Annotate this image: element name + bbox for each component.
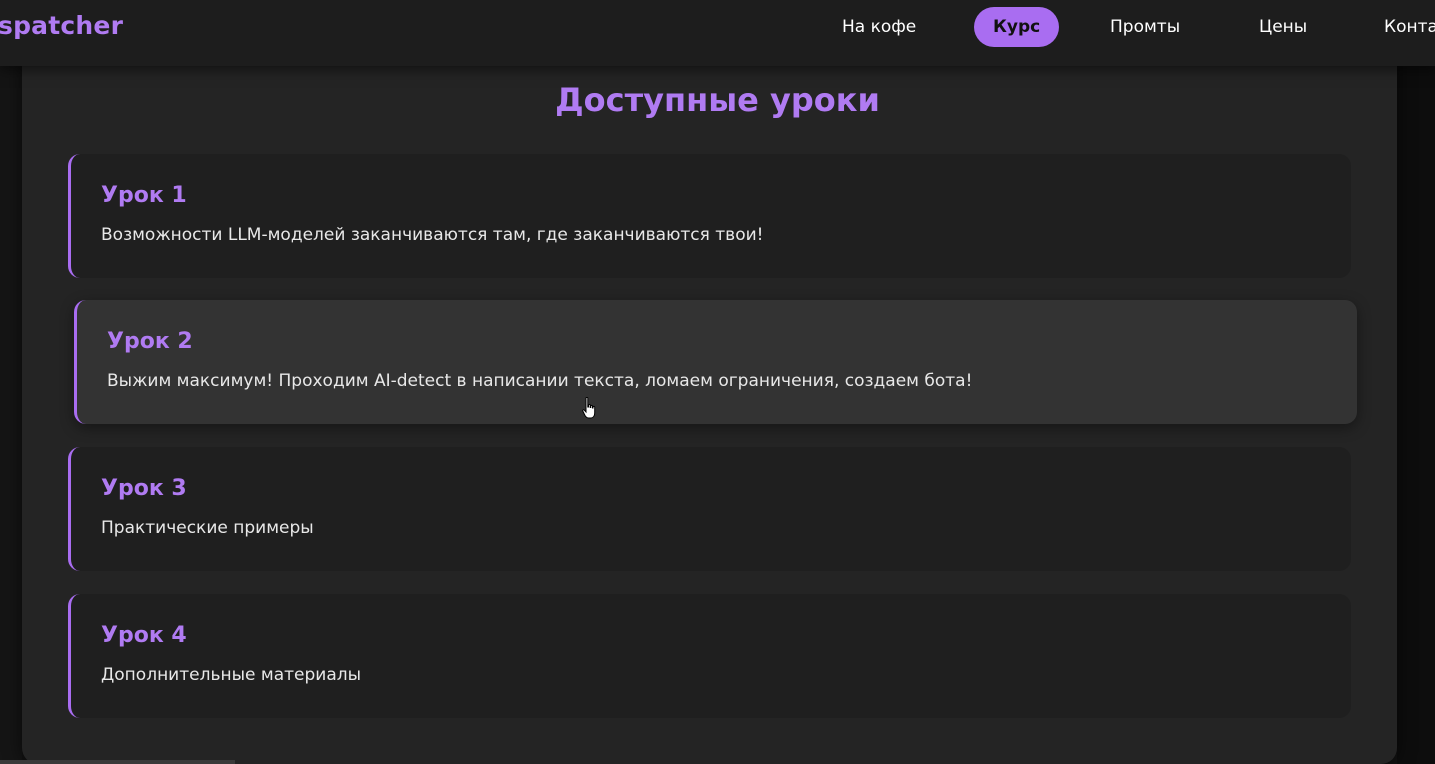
nav-item-prices[interactable]: Цены: [1259, 17, 1307, 37]
lesson-card-4[interactable]: Урок 4 Дополнительные материалы: [68, 594, 1351, 718]
lesson-card-2[interactable]: Урок 2 Выжим максимум! Проходим AI-detec…: [74, 300, 1357, 424]
lesson-description: Дополнительные материалы: [101, 665, 362, 685]
nav-item-prompts[interactable]: Промты: [1110, 17, 1180, 37]
lesson-card-3[interactable]: Урок 3 Практические примеры: [68, 447, 1351, 571]
top-navbar: spatcher На кофе Курс Промты Цены Конта: [0, 0, 1435, 66]
bottom-scroll-indicator: [0, 760, 235, 764]
lesson-title: Урок 3: [101, 476, 187, 501]
lesson-description: Практические примеры: [101, 518, 314, 538]
lesson-title: Урок 2: [107, 329, 193, 354]
section-title: Доступные уроки: [555, 81, 880, 119]
lesson-title: Урок 1: [101, 183, 187, 208]
lesson-description: Выжим максимум! Проходим AI-detect в нап…: [107, 371, 973, 391]
hand-pointer-cursor-icon: [582, 397, 596, 419]
lesson-title: Урок 4: [101, 623, 187, 648]
lesson-card-1[interactable]: Урок 1 Возможности LLM-моделей заканчива…: [68, 154, 1351, 278]
page: spatcher На кофе Курс Промты Цены Конта …: [0, 0, 1435, 764]
nav-item-course[interactable]: Курс: [974, 7, 1060, 47]
nav-item-contacts[interactable]: Конта: [1384, 17, 1435, 37]
lesson-description: Возможности LLM-моделей заканчиваются та…: [101, 225, 764, 245]
brand-logo-text[interactable]: spatcher: [0, 11, 123, 40]
nav-item-coffee[interactable]: На кофе: [842, 17, 916, 37]
